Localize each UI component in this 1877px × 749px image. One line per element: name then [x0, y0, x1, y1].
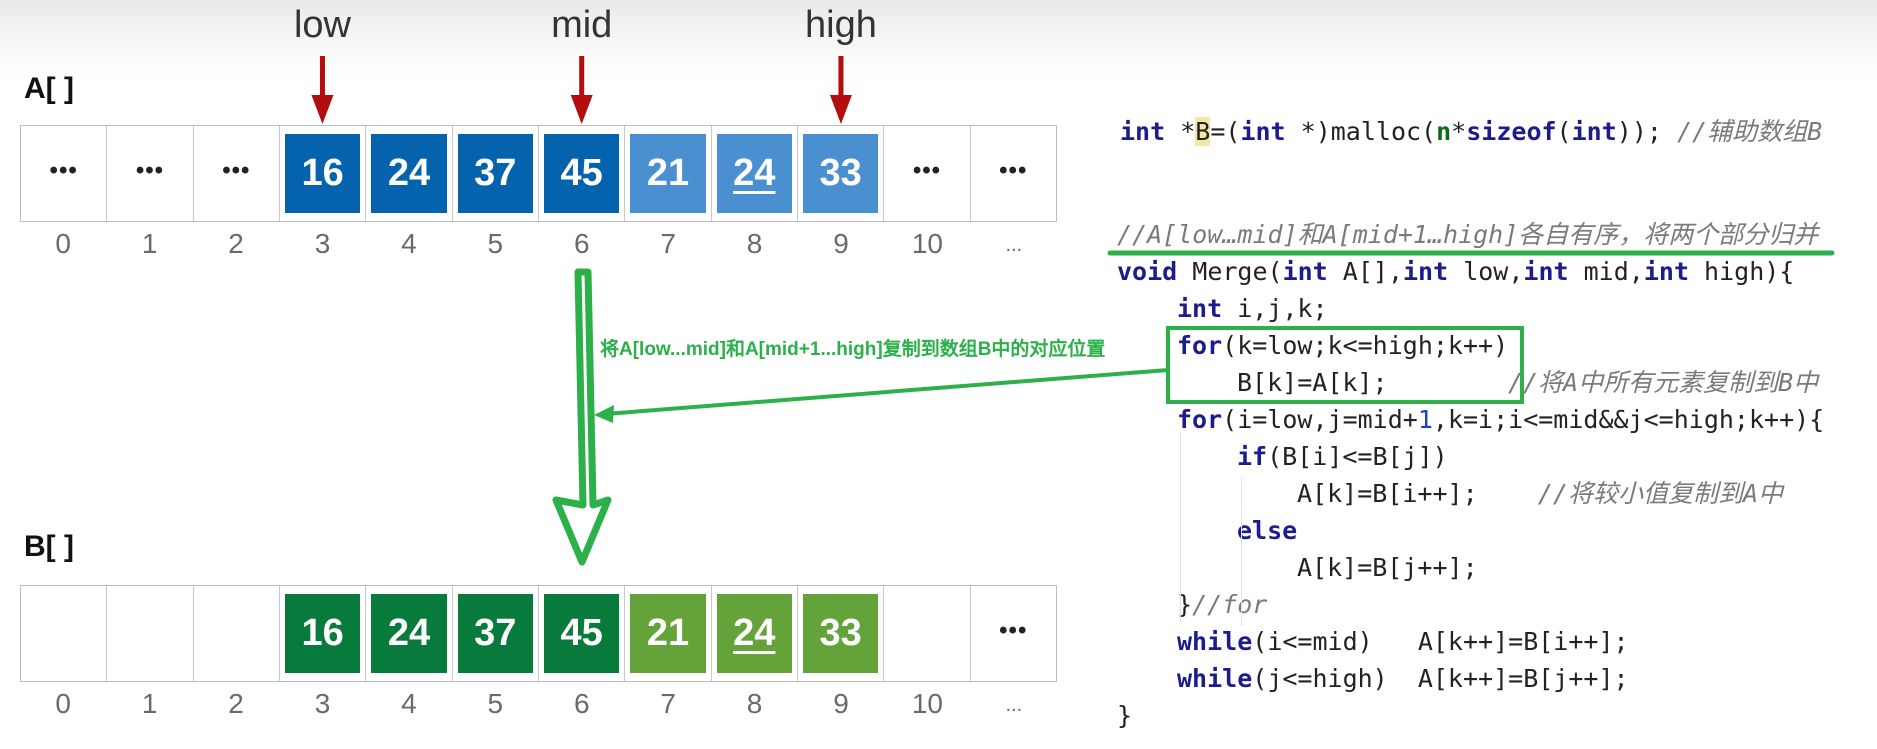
code-line: for(i=low,j=mid+1,k=i;i<=mid&&j<=high;k+… — [1177, 401, 1824, 438]
code-token: (i<=mid) A[k++]=B[i++]; — [1252, 627, 1629, 656]
code-keyword: int — [1523, 257, 1569, 286]
code-token: A[k]=B[i++]; — [1297, 479, 1478, 508]
code-line: //A[low…mid]和A[mid+1…high]各自有序，将两个部分归并 — [1117, 216, 1818, 253]
indent-guide — [1180, 432, 1181, 622]
code-token: *)malloc( — [1285, 117, 1437, 146]
code-token: ,k=i;i<=mid&&j<=high;k++){ — [1432, 405, 1825, 434]
code-token: B — [1195, 117, 1211, 146]
code-token: i,j,k; — [1222, 294, 1328, 323]
code-line: int i,j,k; — [1177, 290, 1328, 327]
code-keyword: int — [1282, 257, 1328, 286]
code-token: n — [1436, 117, 1452, 146]
code-line: }//for — [1177, 586, 1267, 623]
code-token: Merge( — [1177, 257, 1283, 286]
code-comment: //for — [1192, 590, 1268, 619]
code-malloc-line: int *B=(int *)malloc(n*sizeof(int)); //辅… — [1120, 113, 1822, 150]
code-token: (j<=high) A[k++]=B[j++]; — [1252, 664, 1629, 693]
code-token: (i=low,j=mid+ — [1222, 405, 1418, 434]
code-keyword: if — [1237, 442, 1268, 471]
code-line: else — [1237, 512, 1297, 549]
code-keyword: while — [1177, 627, 1253, 656]
code-line: B[k]=A[k]; //将A中所有元素复制到B中 — [1237, 364, 1818, 401]
code-token: B[k]=A[k]; — [1237, 368, 1388, 397]
code-line: while(i<=mid) A[k++]=B[i++]; — [1177, 623, 1629, 660]
code-line: for(k=low;k<=high;k++) — [1177, 327, 1508, 364]
code-token: * — [1451, 117, 1467, 146]
code-keyword: else — [1237, 516, 1298, 545]
code-comment: //辅助数组B — [1676, 117, 1823, 146]
pointer-arrow-down-icon — [829, 95, 852, 124]
code-token: (k=low;k<=high;k++) — [1222, 331, 1509, 360]
pointer-line-to-arrow — [604, 368, 1169, 416]
code-line: while(j<=high) A[k++]=B[j++]; — [1177, 660, 1629, 697]
code-keyword: sizeof — [1466, 117, 1557, 146]
pointer-arrow-shaft — [838, 56, 844, 98]
code-keyword: int — [1120, 117, 1166, 146]
pointer-arrow-down-icon — [311, 95, 334, 124]
pointer-arrows — [311, 56, 852, 124]
code-keyword: int — [1643, 257, 1689, 286]
code-keyword: while — [1177, 664, 1253, 693]
indent-guide — [1241, 476, 1242, 626]
code-line: void Merge(int A[],int low,int mid,int h… — [1117, 253, 1794, 290]
code-line: A[k]=B[i++]; //将较小值复制到A中 — [1297, 475, 1783, 512]
code-keyword: int — [1403, 257, 1449, 286]
code-token: * — [1165, 117, 1196, 146]
code-token: ( — [1556, 117, 1572, 146]
code-token: high){ — [1689, 257, 1795, 286]
code-keyword: for — [1177, 405, 1223, 434]
code-token: =( — [1210, 117, 1241, 146]
code-line: A[k]=B[j++]; — [1297, 549, 1478, 586]
code-token: )); — [1616, 117, 1677, 146]
code-token: low, — [1448, 257, 1524, 286]
code-keyword: for — [1177, 331, 1223, 360]
code-token: } — [1117, 701, 1133, 730]
code-line: } — [1117, 697, 1132, 734]
code-line: if(B[i]<=B[j]) — [1237, 438, 1448, 475]
pointer-arrow-shaft — [319, 56, 325, 98]
code-token: (B[i]<=B[j]) — [1267, 442, 1448, 471]
pointer-arrow-shaft — [579, 56, 585, 98]
code-keyword: int — [1571, 117, 1617, 146]
code-token: A[k]=B[j++]; — [1297, 553, 1478, 582]
code-comment: //将较小值复制到A中 — [1537, 479, 1783, 508]
pointer-line-arrowhead-icon — [594, 405, 614, 423]
code-token: mid, — [1568, 257, 1644, 286]
pointer-arrow-down-icon — [570, 95, 593, 124]
code-keyword: void — [1117, 257, 1178, 286]
code-comment: //将A中所有元素复制到B中 — [1507, 368, 1819, 397]
code-keyword: int — [1240, 117, 1286, 146]
code-token: A[], — [1327, 257, 1403, 286]
code-comment: //A[low…mid]和A[mid+1…high]各自有序，将两个部分归并 — [1117, 220, 1819, 249]
code-token: 1 — [1417, 405, 1433, 434]
code-keyword: int — [1177, 294, 1223, 323]
